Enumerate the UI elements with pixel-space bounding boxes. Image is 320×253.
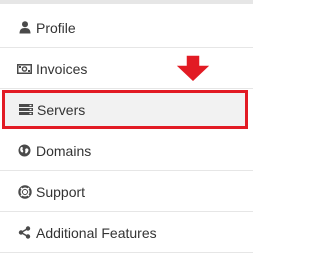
server-icon: [18, 102, 33, 117]
sidebar-item-label: Support: [36, 183, 86, 200]
sidebar-item-invoices[interactable]: Invoices: [0, 49, 253, 89]
sidebar-menu: Profile Invoices Servers Domains Support…: [0, 0, 253, 253]
sidebar-item-support[interactable]: Support: [0, 172, 253, 212]
sidebar-item-label: Servers: [37, 101, 86, 118]
sidebar-item-label: Invoices: [36, 60, 88, 77]
sidebar-item-label: Profile: [36, 19, 76, 36]
down-arrow-icon: [173, 53, 213, 84]
globe-icon: [17, 143, 32, 158]
sidebar-item-profile[interactable]: Profile: [0, 8, 253, 48]
sidebar-item-additional-features[interactable]: Additional Features: [0, 213, 253, 253]
share-nodes-icon: [17, 225, 32, 240]
sidebar-item-servers[interactable]: Servers: [2, 90, 248, 129]
money-bill-icon: [17, 61, 32, 76]
sidebar-item-label: Additional Features: [36, 224, 157, 241]
sidebar-item-label: Domains: [36, 142, 92, 159]
life-ring-icon: [17, 184, 32, 199]
sidebar-item-domains[interactable]: Domains: [0, 131, 253, 171]
user-icon: [17, 20, 32, 35]
